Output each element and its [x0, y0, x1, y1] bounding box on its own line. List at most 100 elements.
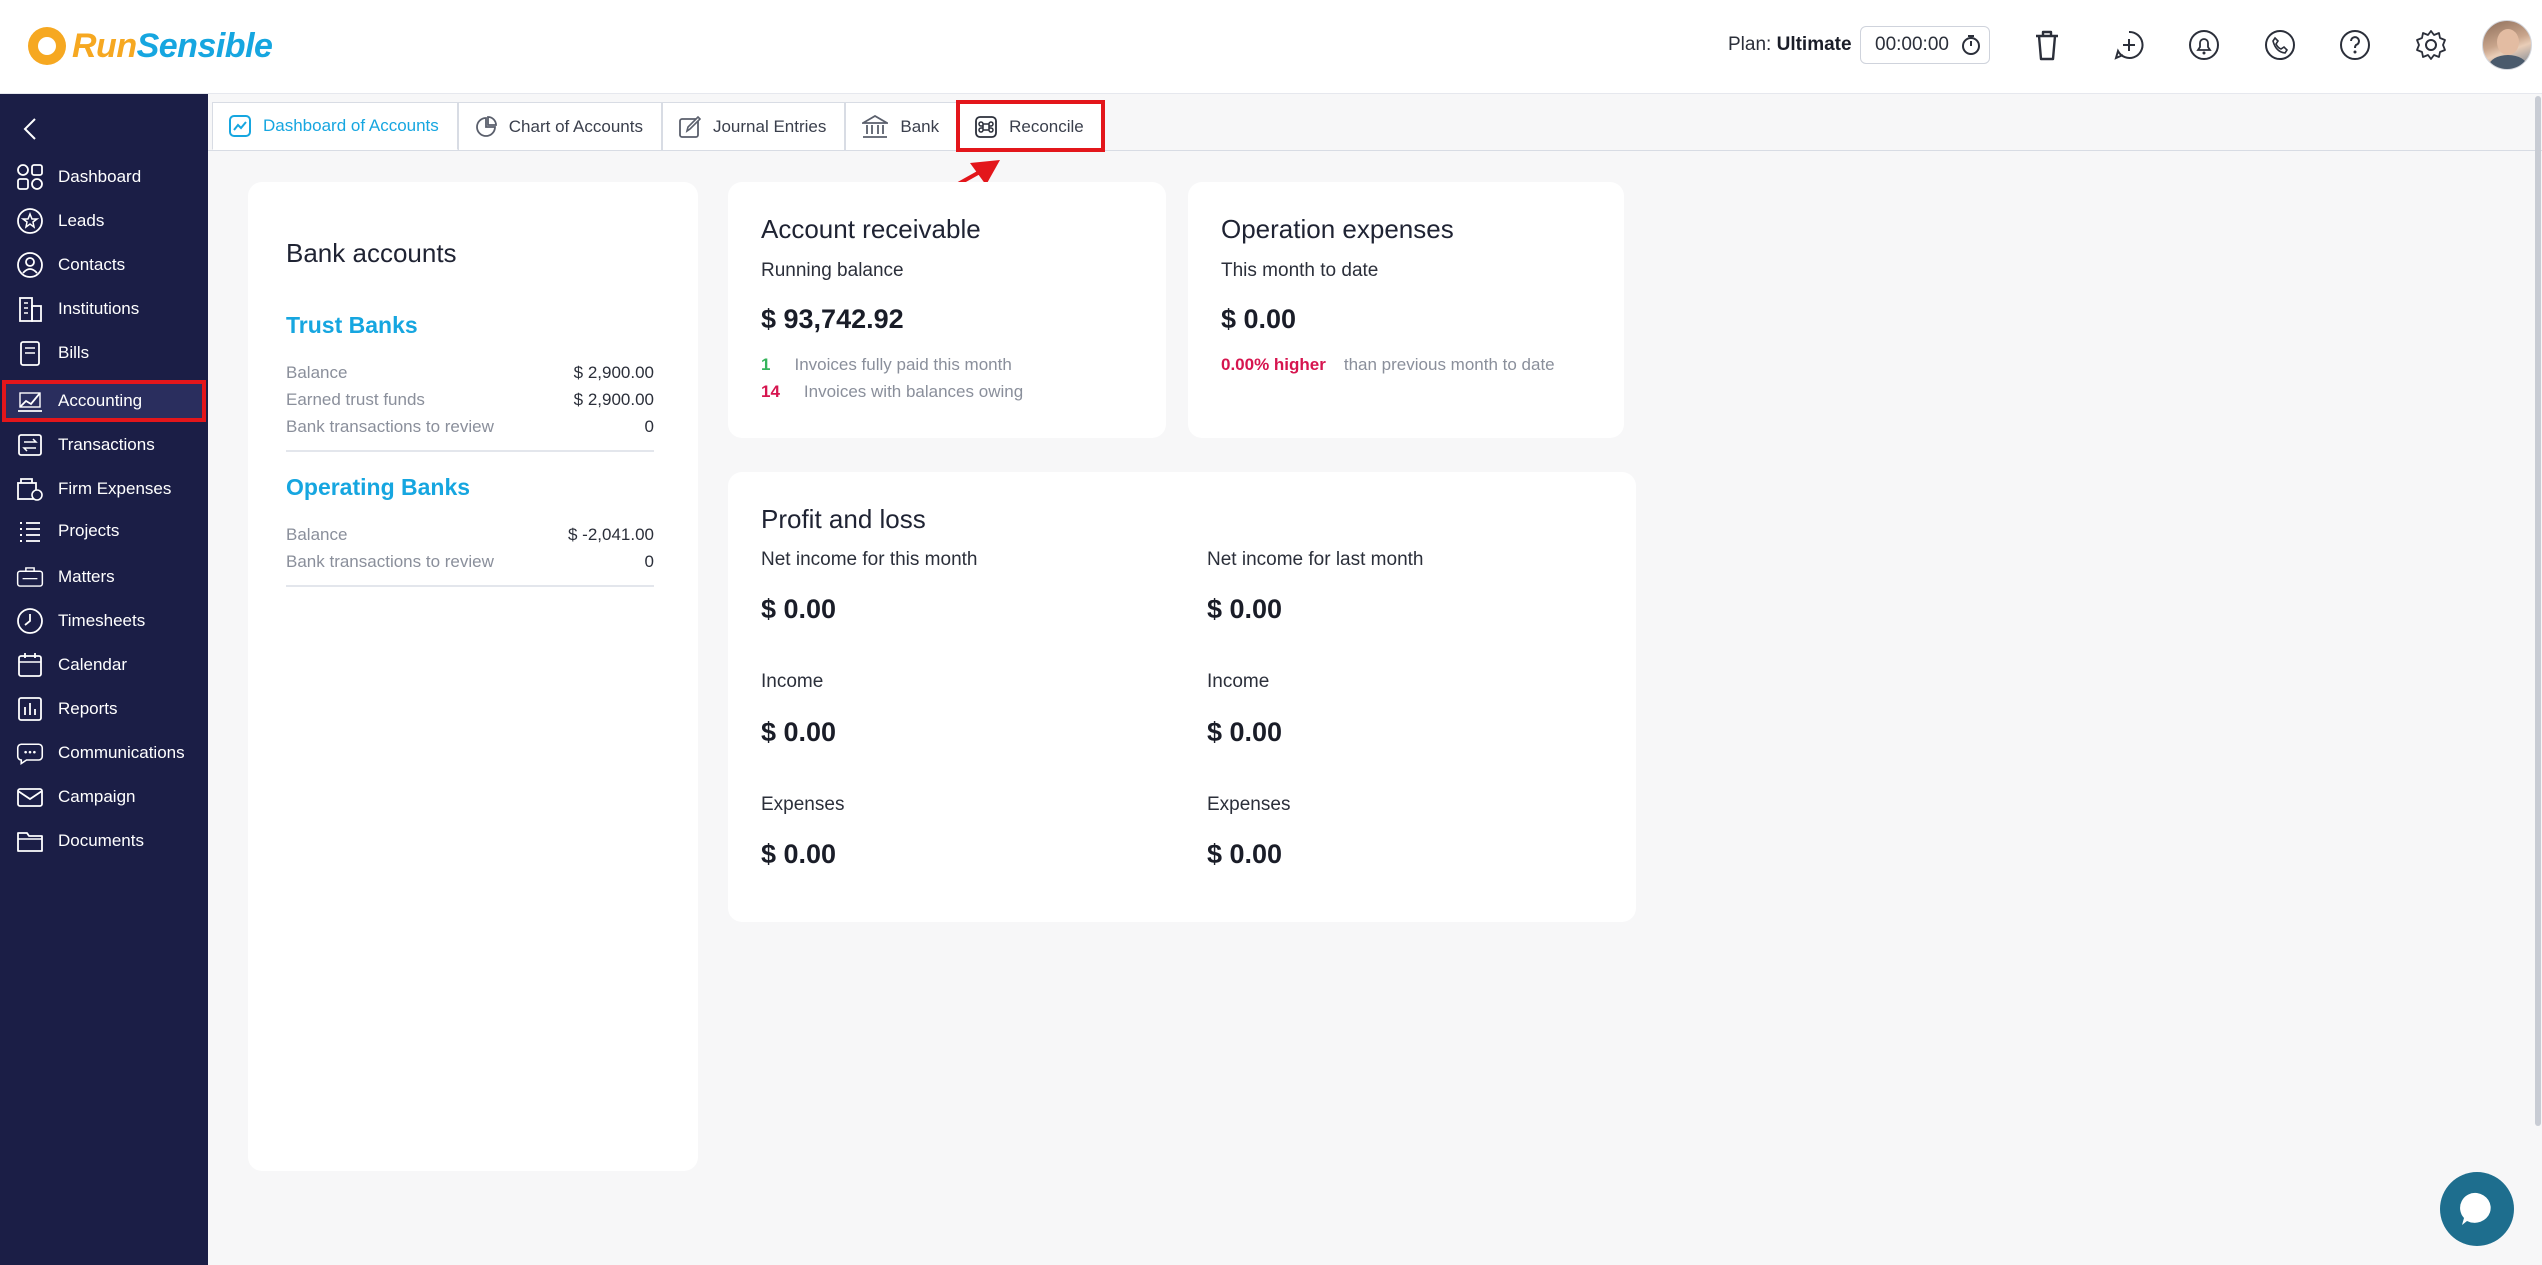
sidebar-item-transactions[interactable]: Transactions [4, 426, 204, 464]
sidebar-item-firm-expenses[interactable]: Firm Expenses [4, 470, 204, 508]
operation-title: Operation expenses [1221, 214, 1454, 244]
page-scrollbar[interactable] [2534, 94, 2542, 1134]
plan-value: Ultimate [1776, 34, 1852, 55]
chat-widget-button[interactable] [2440, 1172, 2514, 1246]
chart-line-icon [229, 115, 251, 137]
sidebar-item-timesheets[interactable]: Timesheets [4, 602, 204, 640]
bank-divider [286, 585, 654, 587]
trust-banks-heading[interactable]: Trust Banks [286, 312, 418, 339]
add-note-icon[interactable] [2108, 24, 2150, 66]
sidebar-item-calendar[interactable]: Calendar [4, 646, 204, 684]
sidebar-item-contacts[interactable]: Contacts [4, 246, 204, 284]
collapse-sidebar-icon[interactable] [16, 114, 46, 144]
income-this-month: $ 0.00 [761, 717, 837, 747]
pie-chart-icon [475, 115, 497, 137]
bank-divider [286, 450, 654, 452]
receivable-title: Account receivable [761, 214, 981, 244]
transactions-icon [18, 434, 42, 456]
sidebar-item-reports[interactable]: Reports [4, 690, 204, 728]
tab-reconcile[interactable]: Reconcile [956, 100, 1105, 152]
expenses-icon [17, 478, 43, 501]
profit-loss-card [728, 472, 1636, 922]
operation-compare-line: 0.00% higher than previous month to date [1221, 355, 1555, 374]
trust-earned-row: Earned trust funds $ 2,900.00 [286, 390, 654, 409]
expenses-this-month: $ 0.00 [761, 839, 837, 869]
bank-icon [862, 114, 889, 138]
dashboard-icon [17, 164, 43, 190]
trust-balance-row: Balance $ 2,900.00 [286, 363, 654, 382]
expenses-last-month: $ 0.00 [1207, 839, 1283, 869]
operation-pct: 0.00% higher [1221, 355, 1326, 374]
operation-amount: $ 0.00 [1221, 304, 1297, 334]
receivable-subtitle: Running balance [761, 260, 904, 281]
phone-icon[interactable] [2259, 24, 2301, 66]
income-this-month-label: Income [761, 671, 824, 692]
clock-icon [17, 608, 43, 634]
receivable-amount: $ 93,742.92 [761, 304, 904, 334]
timer-widget[interactable]: 00:00:00 [1860, 26, 1990, 64]
calendar-icon [18, 653, 42, 677]
expenses-this-month-label: Expenses [761, 794, 845, 815]
sidebar-item-documents[interactable]: Documents [4, 822, 204, 860]
income-last-month-label: Income [1207, 671, 1270, 692]
net-income-last-month: $ 0.00 [1207, 594, 1283, 624]
reports-icon [18, 697, 42, 721]
gear-icon[interactable] [2410, 24, 2452, 66]
operating-banks-heading[interactable]: Operating Banks [286, 474, 470, 501]
sidebar-item-communications[interactable]: Communications [4, 734, 204, 772]
bill-icon [20, 341, 40, 366]
bank-accounts-title: Bank accounts [286, 238, 457, 268]
trust-review-row: Bank transactions to review 0 [286, 417, 654, 436]
chat-icon [16, 743, 44, 765]
sidebar-item-campaign[interactable]: Campaign [4, 778, 204, 816]
contact-icon [17, 252, 43, 278]
logo-icon [28, 27, 66, 65]
bell-icon[interactable] [2183, 24, 2225, 66]
owing-invoices-count: 14 [761, 382, 780, 401]
mail-icon [17, 788, 43, 807]
tab-bank[interactable]: Bank [845, 102, 959, 150]
tab-chart-of-accounts[interactable]: Chart of Accounts [457, 102, 662, 150]
building-icon [19, 297, 42, 322]
operating-balance-row: Balance $ -2,041.00 [286, 525, 654, 544]
sidebar-item-projects[interactable]: Projects [4, 512, 204, 550]
star-icon [17, 208, 43, 234]
help-icon[interactable] [2334, 24, 2376, 66]
folder-icon [17, 832, 43, 852]
accounting-tabs: Dashboard of Accounts Chart of Accounts … [212, 100, 1105, 152]
sidebar-item-leads[interactable]: Leads [4, 202, 204, 240]
timer-value: 00:00:00 [1875, 34, 1949, 55]
plan-indicator: Plan: Ultimate [1728, 34, 1852, 55]
sidebar-item-dashboard[interactable]: Dashboard [4, 158, 204, 196]
command-icon [975, 115, 998, 138]
expenses-last-month-label: Expenses [1207, 794, 1291, 815]
scrollbar-thumb[interactable] [2535, 96, 2541, 1126]
edit-icon [679, 115, 701, 138]
brand-logo[interactable]: RunSensible [28, 24, 273, 68]
chat-bubble-icon [2460, 1192, 2491, 1225]
operating-review-row: Bank transactions to review 0 [286, 552, 654, 571]
projects-icon [20, 522, 40, 542]
tab-journal-entries[interactable]: Journal Entries [661, 102, 846, 150]
net-income-last-month-label: Net income for last month [1207, 549, 1424, 570]
top-header: RunSensible Plan: Ultimate 00:00:00 [0, 0, 2542, 94]
owing-invoices-line: 14 Invoices with balances owing [761, 382, 1024, 401]
sidebar-item-bills[interactable]: Bills [4, 334, 204, 372]
income-last-month: $ 0.00 [1207, 717, 1283, 747]
trash-icon[interactable] [2026, 24, 2068, 66]
paid-invoices-count: 1 [761, 355, 771, 374]
paid-invoices-line: 1 Invoices fully paid this month [761, 355, 1012, 374]
briefcase-icon [16, 567, 44, 587]
sidebar-item-matters[interactable]: Matters [4, 558, 204, 596]
user-avatar[interactable] [2482, 20, 2532, 70]
sidebar-item-institutions[interactable]: Institutions [4, 290, 204, 328]
net-income-this-month: $ 0.00 [761, 594, 837, 624]
tab-dashboard-of-accounts[interactable]: Dashboard of Accounts [212, 102, 458, 150]
sidebar: Dashboard Leads Contacts Institutions Bi… [0, 94, 208, 1265]
stopwatch-icon [1961, 35, 1980, 55]
operation-subtitle: This month to date [1221, 260, 1379, 281]
net-income-this-month-label: Net income for this month [761, 549, 978, 570]
sidebar-item-accounting[interactable]: Accounting [2, 380, 206, 422]
profit-loss-title: Profit and loss [761, 504, 926, 534]
logo-text: RunSensible [72, 26, 273, 65]
